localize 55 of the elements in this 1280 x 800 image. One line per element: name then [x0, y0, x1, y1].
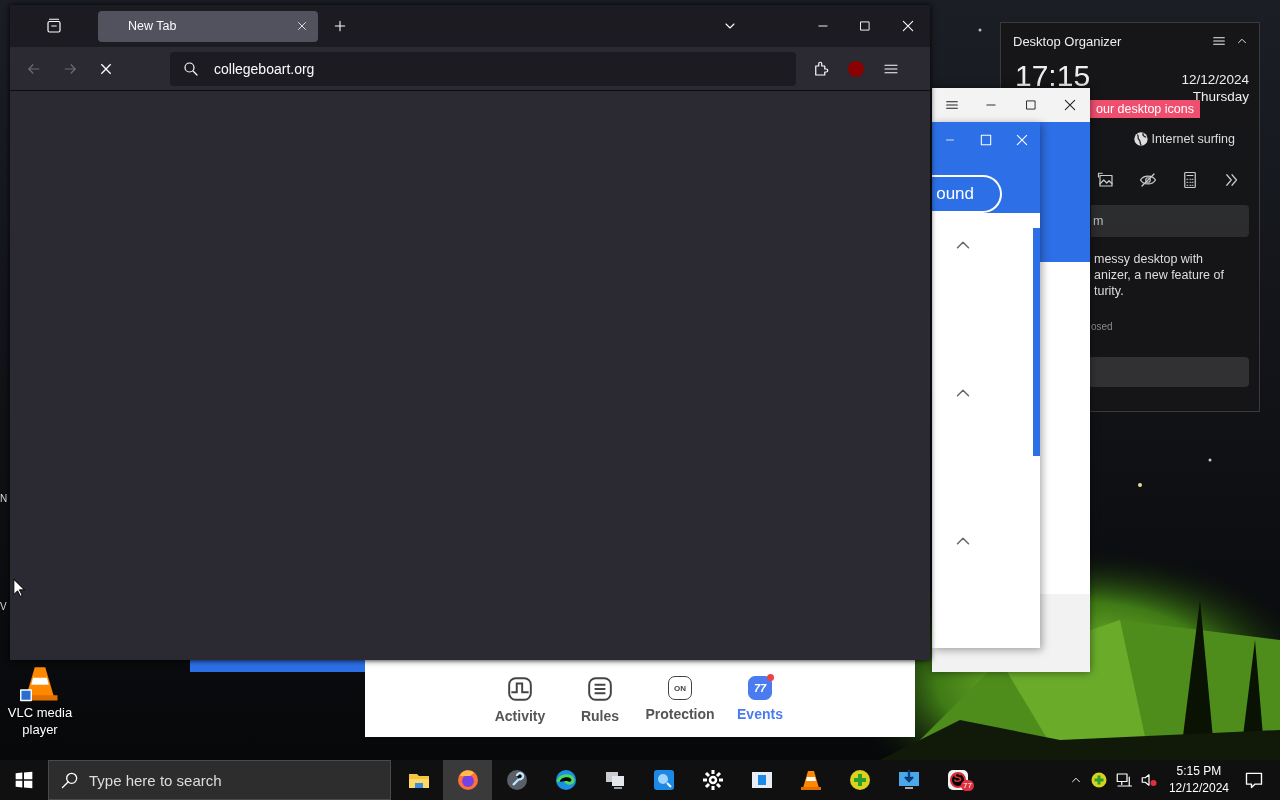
close-tab-icon[interactable]: [296, 20, 308, 32]
action-button[interactable]: ound: [932, 175, 1002, 213]
notification-badge: 77: [961, 780, 974, 791]
widget-title: Desktop Organizer: [1013, 33, 1122, 49]
eye-slash-icon[interactable]: [1139, 171, 1157, 189]
events-badge-icon: 77: [748, 676, 772, 700]
list-icon: [587, 676, 613, 702]
date-text: 12/12/2024: [1181, 71, 1249, 88]
browser-tab[interactable]: New Tab: [98, 10, 318, 42]
tab-overview-icon[interactable]: [45, 17, 63, 35]
globe-icon: [1132, 131, 1149, 147]
app-icon: [798, 768, 823, 792]
volume-muted-icon[interactable]: [1139, 771, 1158, 789]
network-icon[interactable]: [1114, 771, 1133, 789]
search-icon: [60, 770, 80, 790]
app-icon: [504, 768, 529, 792]
maximize-icon[interactable]: [1023, 98, 1038, 112]
app-icon: [945, 768, 970, 792]
status-note: osed: [1091, 321, 1114, 332]
calculator-icon[interactable]: [1181, 171, 1199, 189]
start-icon[interactable]: [14, 770, 34, 790]
image-icon[interactable]: [1097, 171, 1115, 189]
nav-tab[interactable]: Rules: [560, 672, 640, 737]
nav-tab[interactable]: Activity: [480, 672, 560, 737]
app-icon: [651, 768, 676, 792]
desktop-icon-label: V: [0, 601, 7, 612]
search-icon: [182, 59, 200, 78]
maximize-icon[interactable]: [858, 19, 872, 33]
desktop-icon-label: N: [0, 493, 8, 504]
app-icon: [847, 768, 872, 792]
clock-time: 17:15: [1014, 61, 1091, 91]
toggle-on-icon: ON: [668, 676, 692, 700]
nav-tab[interactable]: ON Protection: [640, 672, 720, 737]
url-text: collegeboart.org: [214, 60, 315, 77]
desktop-icon-label[interactable]: VLC media player: [6, 704, 74, 738]
pulse-icon: [507, 676, 533, 702]
nav-tab[interactable]: 77 Events: [720, 672, 800, 737]
app-icon: [700, 768, 725, 792]
cursor-icon: [12, 578, 25, 598]
extensions-icon[interactable]: [812, 59, 830, 78]
app-icon: [896, 768, 921, 792]
app-icon: [553, 768, 578, 792]
scrollbar-thumb[interactable]: [1033, 228, 1040, 456]
new-tab-icon[interactable]: [332, 18, 348, 34]
plus-tray-icon[interactable]: [1089, 771, 1108, 789]
clock[interactable]: 5:15 PM 12/12/2024: [1168, 763, 1229, 797]
app-icon: [455, 768, 480, 792]
address-bar[interactable]: collegeboart.org: [170, 51, 796, 86]
mode-label: Internet surfing: [1151, 132, 1235, 146]
search-field[interactable]: Type here to search: [48, 760, 391, 800]
search-field[interactable]: m: [1091, 205, 1249, 237]
close-icon[interactable]: [900, 18, 916, 34]
notifications-icon[interactable]: [1244, 770, 1264, 790]
taskbar-app[interactable]: [443, 760, 492, 800]
description-text: messy desktop with anizer, a new feature of turity.: [1094, 251, 1225, 299]
